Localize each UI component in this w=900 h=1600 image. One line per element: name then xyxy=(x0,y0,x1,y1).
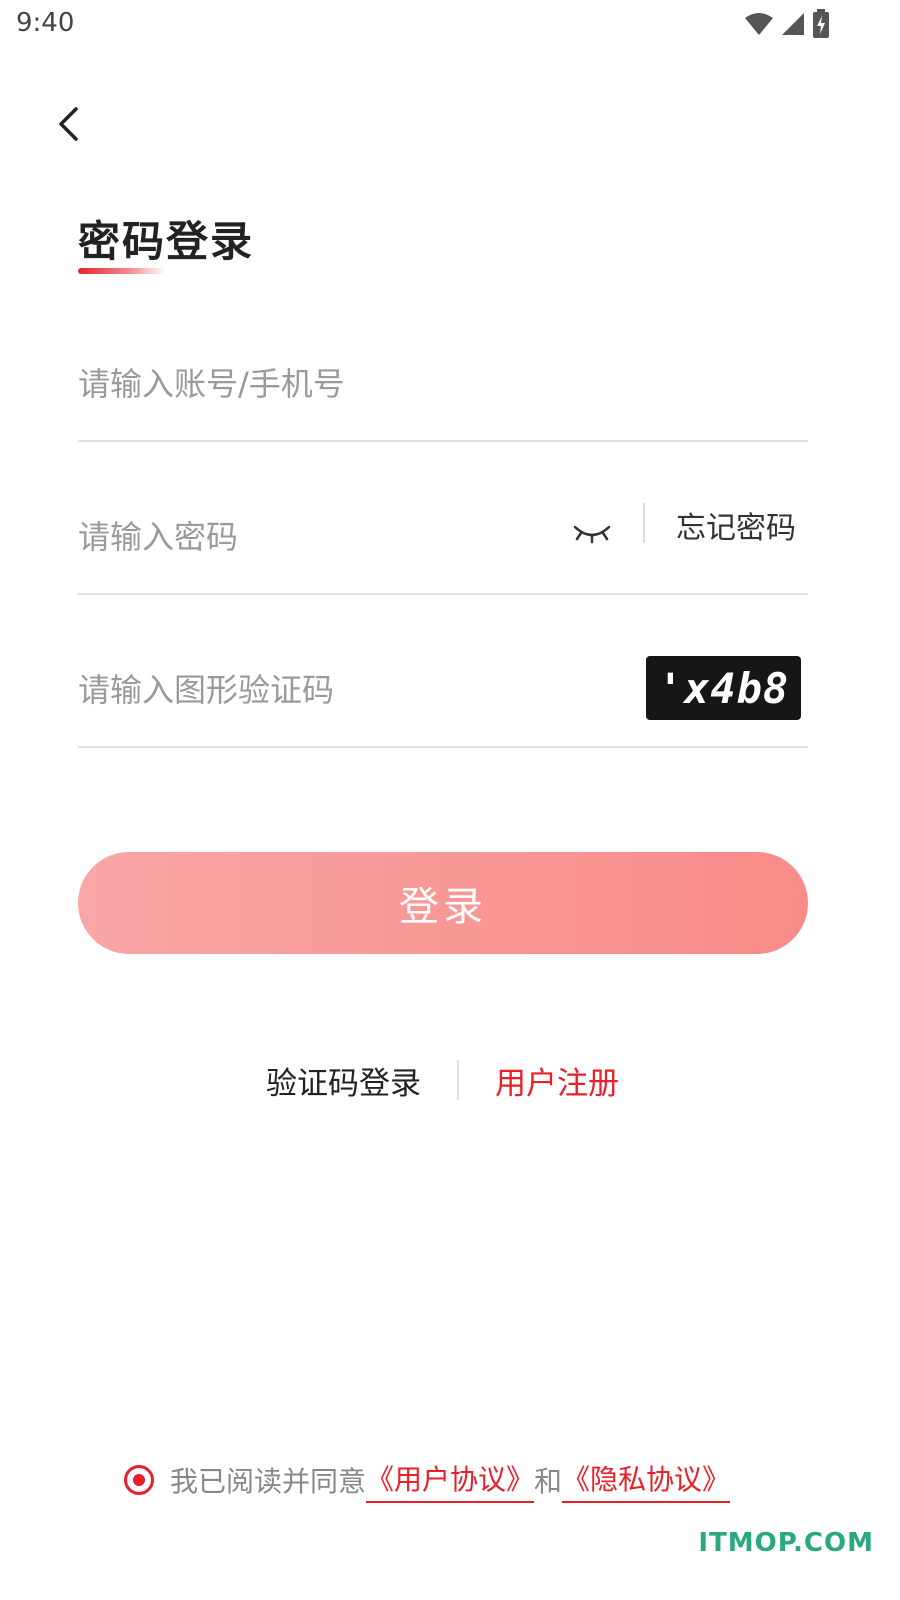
eye-closed-icon xyxy=(573,525,611,544)
chevron-left-icon xyxy=(59,107,78,141)
user-agreement-link[interactable]: 《用户协议》 xyxy=(366,1458,535,1503)
wifi-icon xyxy=(745,13,773,35)
status-time: 9:40 xyxy=(16,8,75,38)
account-input[interactable] xyxy=(78,330,808,438)
status-icons xyxy=(744,8,830,40)
battery-icon xyxy=(813,9,829,38)
agreement-prefix: 我已阅读并同意 xyxy=(170,1465,367,1498)
links-divider xyxy=(457,1060,459,1100)
alt-login-links: 验证码登录 用户注册 xyxy=(0,1058,900,1102)
back-button[interactable] xyxy=(48,100,88,148)
status-bar: 9:40 xyxy=(0,0,900,50)
agreement-row: 我已阅读并同意 《用户协议》 和 《隐私协议》 xyxy=(124,1456,731,1504)
watermark: ITMOP.COM xyxy=(698,1528,874,1558)
password-input[interactable] xyxy=(78,483,558,591)
account-field xyxy=(78,330,808,442)
signal-icon xyxy=(782,13,804,35)
title-underline xyxy=(78,268,166,274)
forgot-password-link[interactable]: 忘记密码 xyxy=(676,503,796,547)
password-field: 忘记密码 xyxy=(78,483,808,595)
captcha-input[interactable] xyxy=(78,636,618,744)
field-divider xyxy=(643,503,645,543)
privacy-agreement-link[interactable]: 《隐私协议》 xyxy=(562,1458,731,1503)
login-button[interactable]: 登录 xyxy=(78,852,808,954)
agreement-and: 和 xyxy=(534,1465,563,1498)
captcha-field: 'x4b8 xyxy=(78,636,808,748)
agreement-checkbox[interactable] xyxy=(124,1465,154,1495)
captcha-image[interactable]: 'x4b8 xyxy=(646,656,801,720)
page-title: 密码登录 xyxy=(78,217,255,266)
password-visibility-toggle[interactable] xyxy=(568,513,616,553)
sms-login-link[interactable]: 验证码登录 xyxy=(266,1058,421,1103)
register-link[interactable]: 用户注册 xyxy=(495,1058,619,1103)
